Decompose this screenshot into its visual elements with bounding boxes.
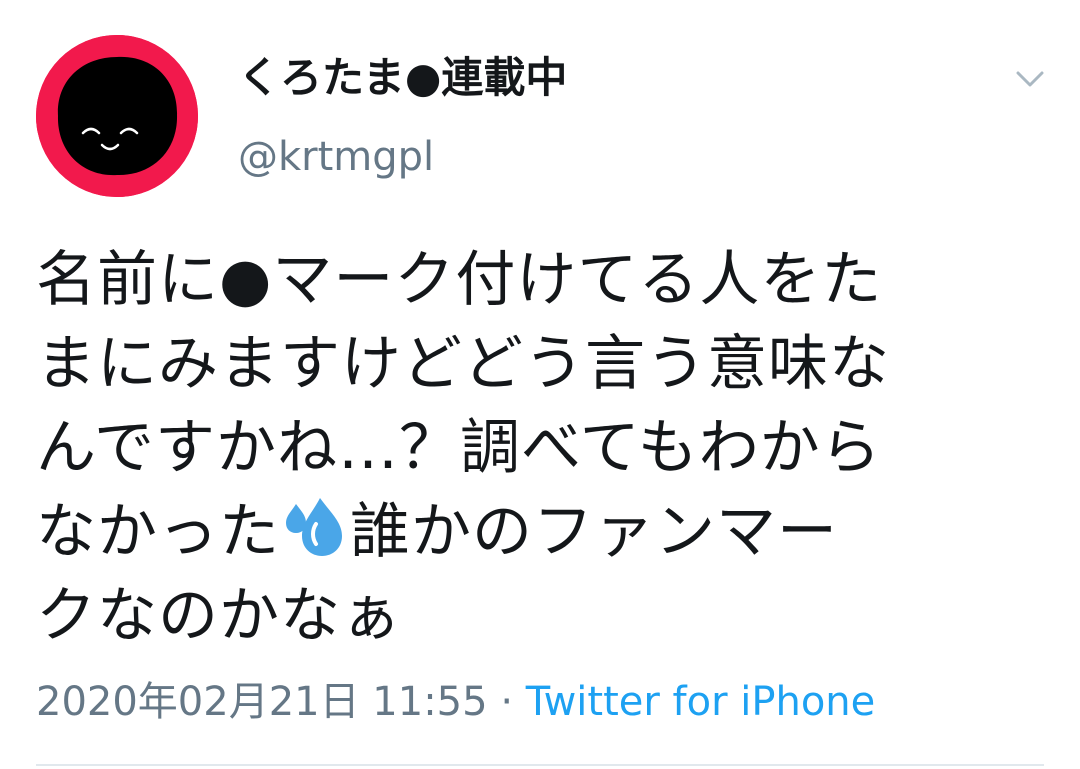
timestamp[interactable]: 2020年02月21日 11:55 [36, 679, 488, 725]
tweet-text: 名前に●マーク付けてる人をた まにみますけどどう言う意味な んですかね…？調べて… [36, 238, 1036, 658]
tweet-text-line: なかった 誰かのファンマー [36, 490, 1036, 574]
tweet-text-segment: なかった [36, 497, 280, 567]
tweet-text-line: クなのかなぁ [36, 581, 402, 651]
sweat-droplets-icon [280, 494, 350, 558]
meta-separator: · [500, 679, 514, 725]
source-link[interactable]: Twitter for iPhone [526, 679, 876, 725]
avatar[interactable] [36, 35, 198, 197]
tweet-text-line: んですかね…？調べてもわから [36, 413, 882, 483]
user-handle[interactable]: @krtmgpl [238, 132, 434, 182]
display-name[interactable]: くろたま●連載中 [238, 50, 567, 106]
divider [36, 764, 1044, 766]
tweet-meta: 2020年02月21日 11:55 · Twitter for iPhone [36, 676, 875, 728]
chevron-down-icon[interactable] [1010, 62, 1050, 98]
avatar-image [36, 35, 198, 197]
tweet-text-line: 名前に●マーク付けてる人をた [36, 245, 883, 315]
tweet-text-segment: 誰かのファンマー [350, 497, 838, 567]
tweet-detail: くろたま●連載中 @krtmgpl 名前に●マーク付けてる人をた まにみますけど… [0, 0, 1080, 769]
tweet-text-line: まにみますけどどう言う意味な [36, 329, 890, 399]
